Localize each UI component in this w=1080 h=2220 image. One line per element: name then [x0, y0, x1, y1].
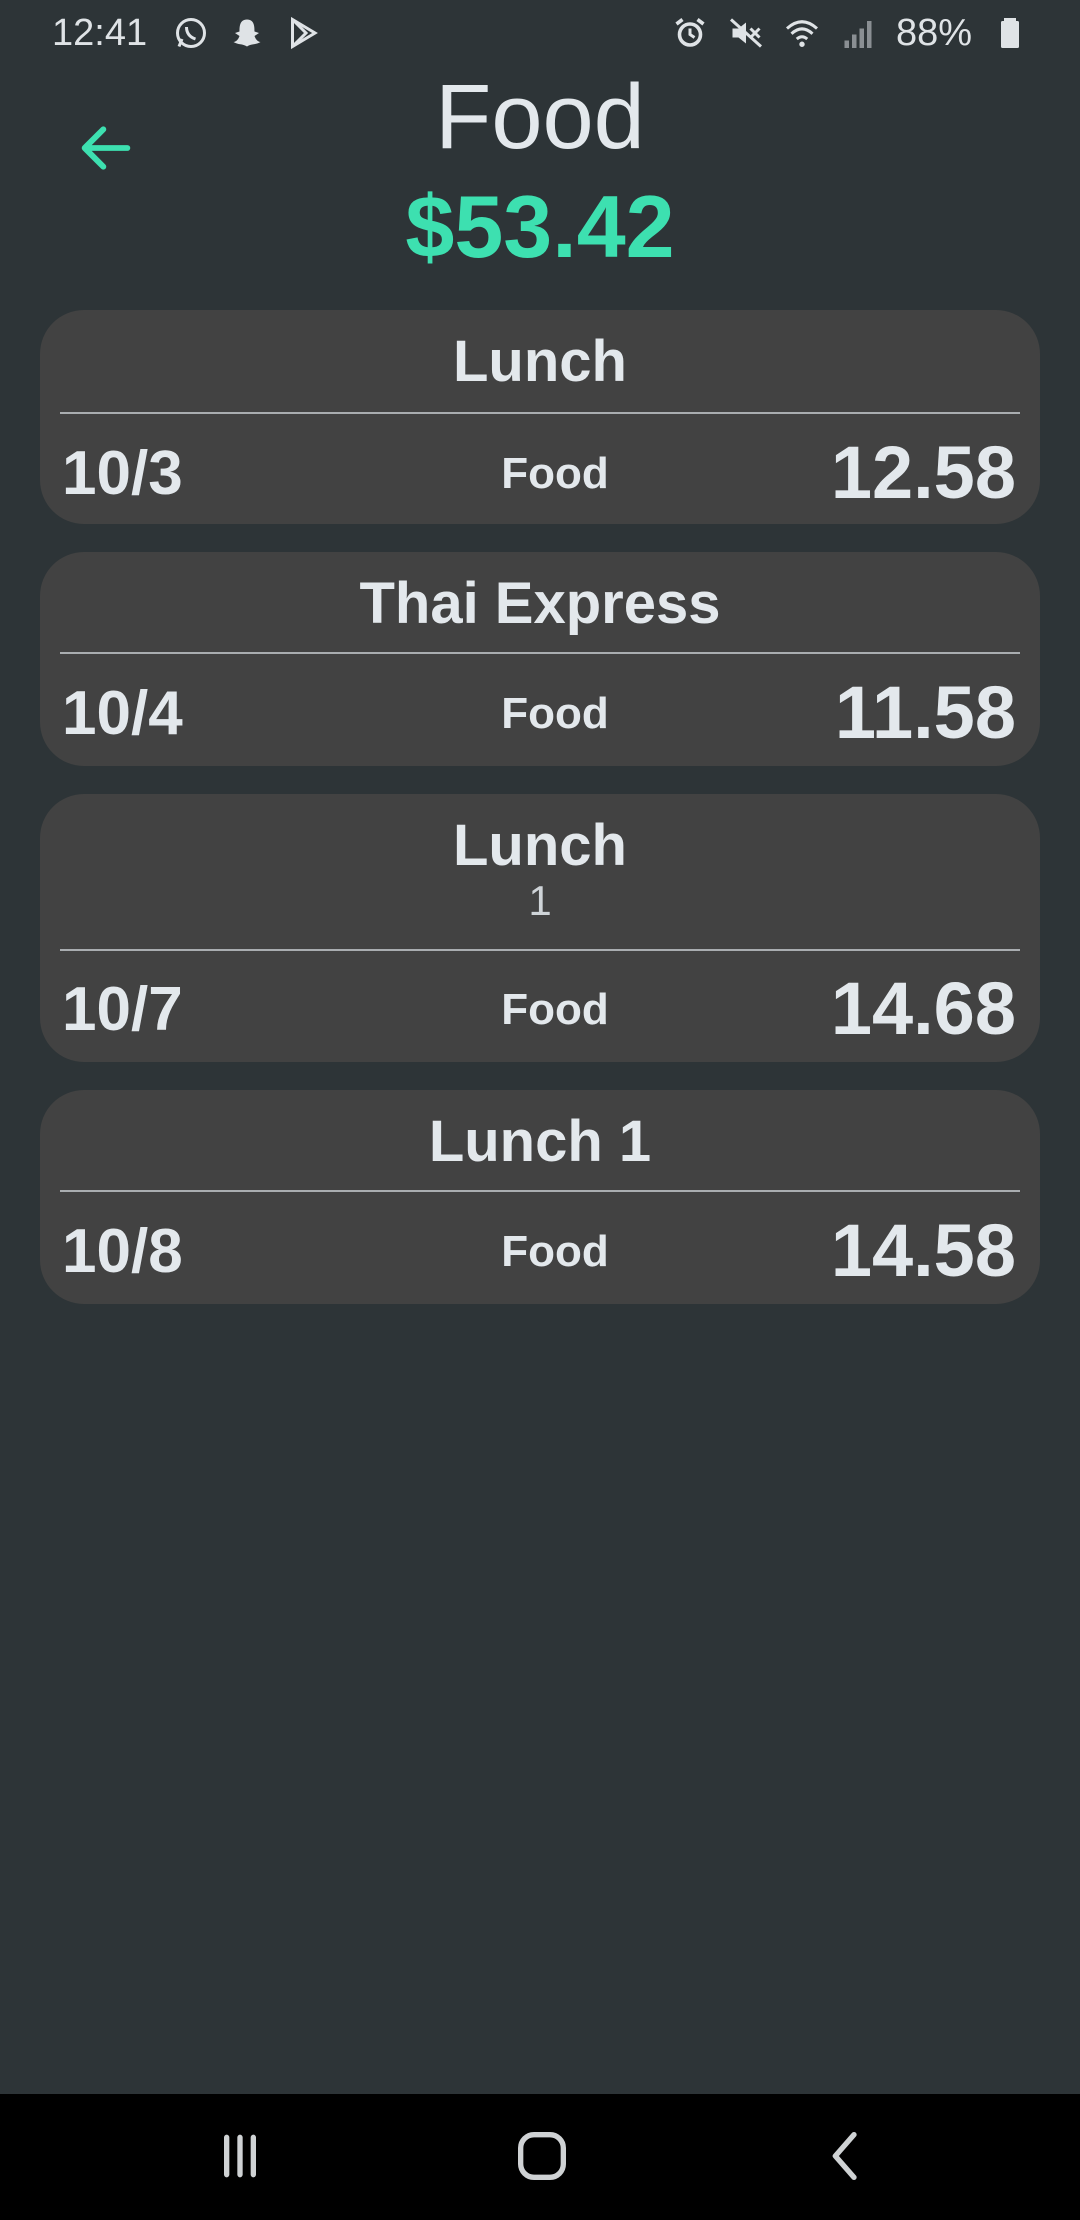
- navigation-bar: [0, 2094, 1080, 2220]
- back-nav-button[interactable]: [786, 2116, 906, 2196]
- expense-date: 10/3: [62, 439, 183, 508]
- card-divider: [60, 949, 1020, 951]
- status-bar: 12:41 88%: [0, 0, 1080, 66]
- expense-amount: 12.58: [830, 431, 1016, 514]
- play-store-icon: [285, 15, 321, 51]
- category-total: $53.42: [405, 177, 675, 276]
- battery-icon: [992, 15, 1028, 51]
- expense-title: Lunch 1: [428, 1109, 652, 1174]
- mute-icon: [728, 15, 764, 51]
- recent-apps-button[interactable]: [180, 2116, 300, 2196]
- expense-title: Thai Express: [359, 571, 721, 636]
- alarm-icon: [672, 15, 708, 51]
- wifi-icon: [784, 15, 820, 51]
- expense-card[interactable]: Lunch 1 10/7 Food 14.68: [40, 794, 1040, 1062]
- signal-icon: [840, 15, 876, 51]
- status-left: 12:41: [52, 12, 321, 55]
- snapchat-icon: [229, 15, 265, 51]
- expense-category: Food: [501, 985, 609, 1034]
- expense-date: 10/7: [62, 975, 183, 1044]
- status-right: 88%: [672, 12, 1028, 55]
- card-divider: [60, 412, 1020, 414]
- expense-category: Food: [501, 449, 609, 498]
- recent-apps-icon: [224, 2134, 256, 2178]
- page-title: Food: [435, 66, 645, 168]
- expense-title: Lunch: [453, 329, 627, 394]
- expense-date: 10/4: [62, 679, 183, 748]
- expense-amount: 14.68: [830, 967, 1016, 1050]
- home-icon: [518, 2132, 566, 2180]
- expense-card[interactable]: Thai Express 10/4 Food 11.58: [40, 552, 1040, 766]
- card-divider: [60, 1190, 1020, 1192]
- expense-note: 1: [528, 877, 552, 924]
- status-time: 12:41: [52, 11, 148, 54]
- expense-card[interactable]: Lunch 1 10/8 Food 14.58: [40, 1090, 1040, 1304]
- expense-category: Food: [501, 1227, 609, 1276]
- expense-category: Food: [501, 689, 609, 738]
- back-icon: [832, 2132, 857, 2180]
- battery-percent: 88%: [895, 11, 972, 54]
- expense-amount: 14.58: [830, 1209, 1016, 1292]
- card-divider: [60, 652, 1020, 654]
- screen: 12:41 88% Food $53.42 Lunch 10/3 Food 12…: [0, 0, 1080, 2220]
- whatsapp-icon: [173, 15, 209, 51]
- home-button[interactable]: [482, 2116, 602, 2196]
- expense-card[interactable]: Lunch 10/3 Food 12.58: [40, 310, 1040, 524]
- expense-amount: 11.58: [834, 671, 1016, 754]
- expense-date: 10/8: [62, 1217, 183, 1286]
